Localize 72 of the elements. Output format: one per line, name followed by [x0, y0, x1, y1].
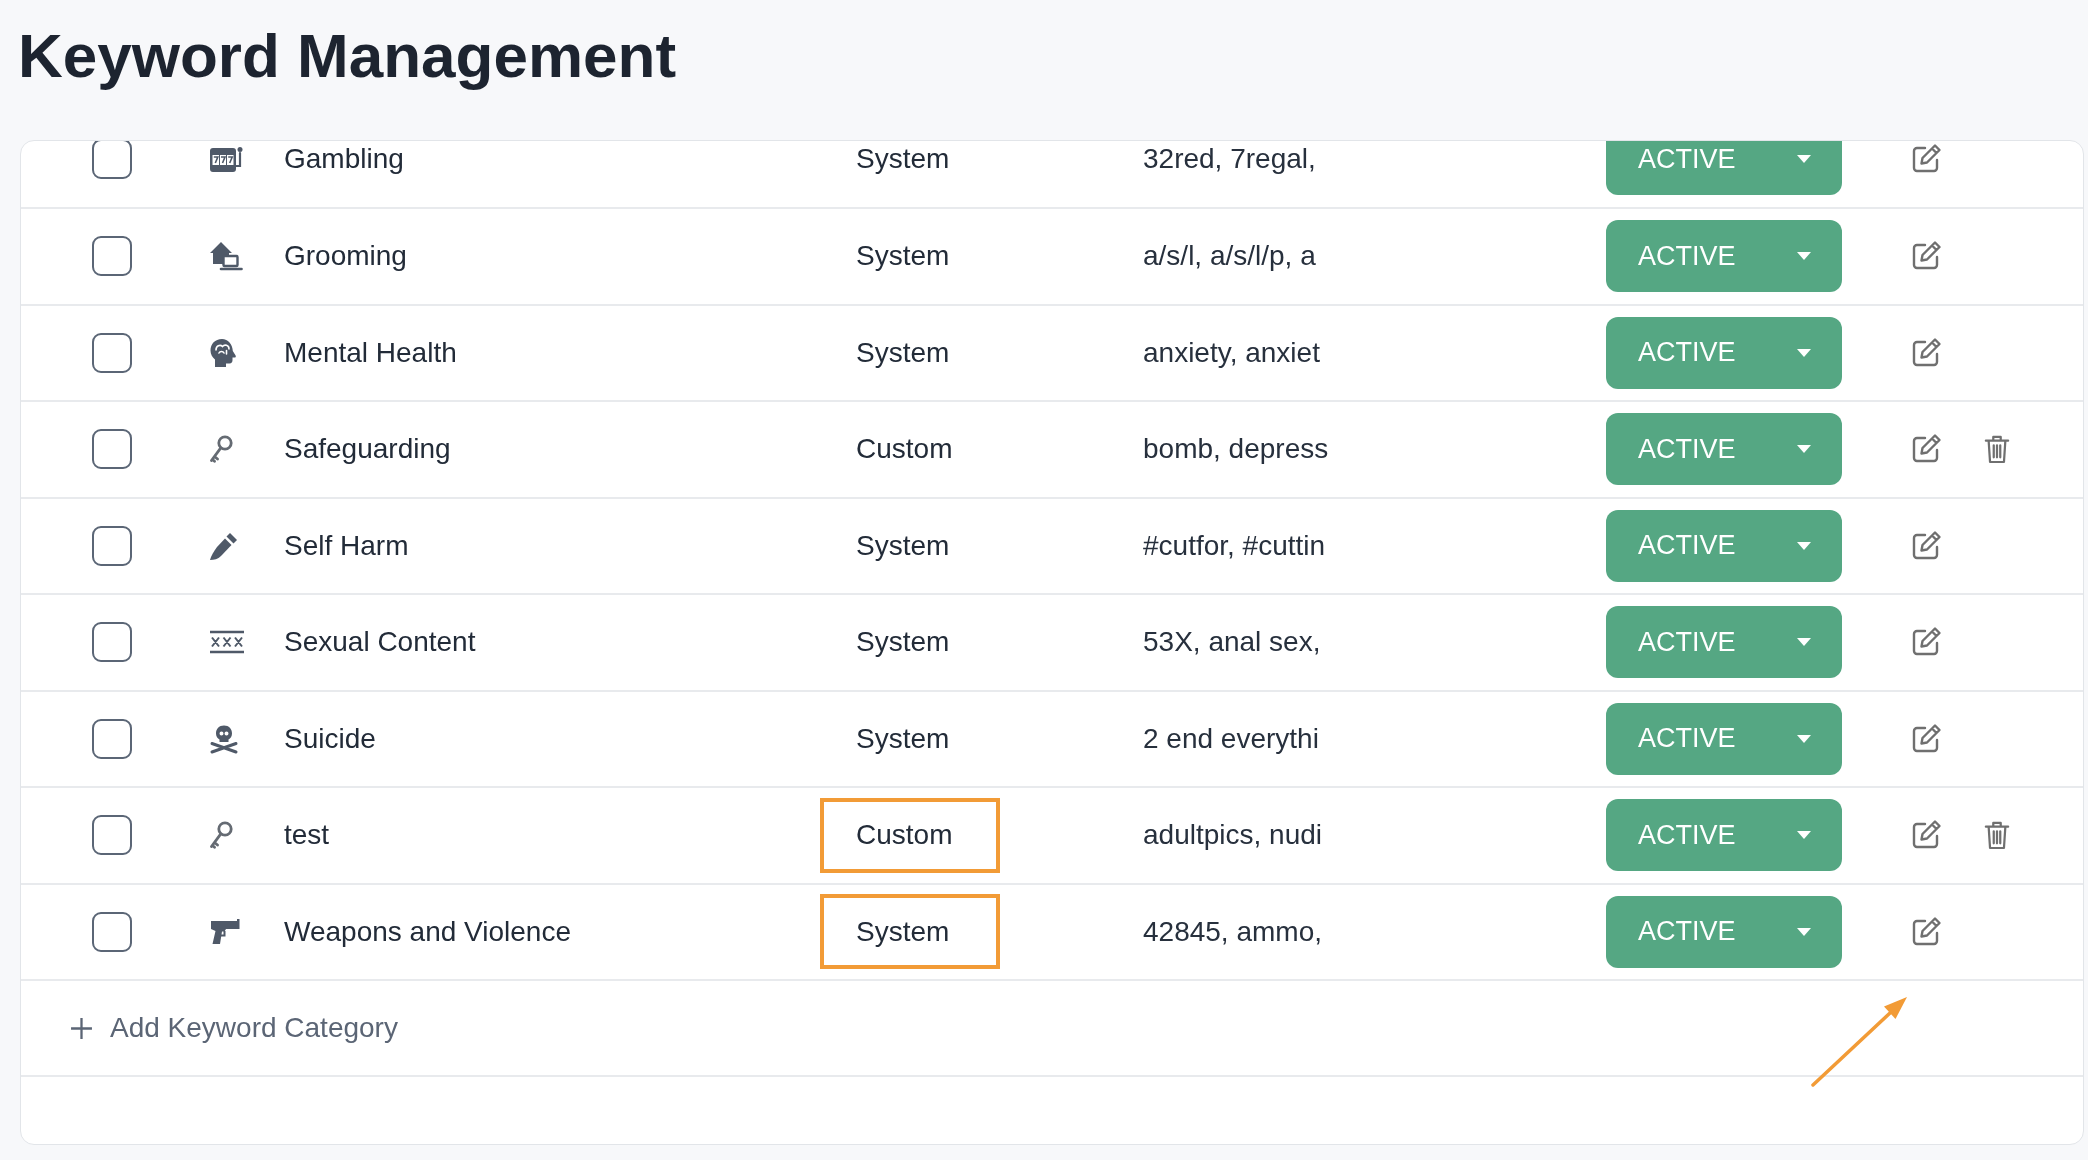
row-checkbox[interactable]	[92, 622, 132, 663]
category-name: Grooming	[284, 240, 407, 273]
plus-icon	[70, 1016, 93, 1040]
row-checkbox[interactable]	[92, 429, 132, 470]
caret-icon	[1797, 348, 1811, 357]
category-type: System	[856, 915, 950, 948]
trash-icon[interactable]	[1984, 434, 2010, 465]
skull-crossbones-icon	[209, 723, 239, 754]
category-type: System	[856, 240, 950, 273]
row-checkbox[interactable]	[92, 815, 132, 856]
keyword-list: adultpics, nudi	[1143, 819, 1322, 852]
category-name: test	[284, 819, 330, 852]
knife-icon	[209, 530, 239, 561]
trash-icon[interactable]	[1984, 820, 2010, 851]
status-dropdown[interactable]: ACTIVE	[1606, 799, 1842, 872]
row-checkbox[interactable]	[92, 141, 132, 180]
house-laptop-icon	[209, 241, 243, 272]
row-checkbox[interactable]	[92, 525, 132, 566]
keyword-list: 32red, 7regal,	[1143, 143, 1316, 176]
edit-icon[interactable]	[1910, 915, 1942, 948]
status-dropdown[interactable]: ACTIVE	[1606, 220, 1842, 293]
caret-icon	[1797, 734, 1811, 743]
head-brain-icon	[209, 337, 237, 368]
category-type: System	[856, 529, 950, 562]
category-type: System	[856, 143, 950, 176]
status-dropdown[interactable]: ACTIVE	[1606, 702, 1842, 775]
category-name: Weapons and Violence	[284, 915, 571, 948]
row-checkbox[interactable]	[92, 718, 132, 759]
status-dropdown[interactable]: ACTIVE	[1606, 413, 1842, 486]
category-type: System	[856, 336, 950, 369]
row-checkbox[interactable]	[92, 332, 132, 373]
status-dropdown[interactable]: ACTIVE	[1606, 141, 1842, 196]
category-name: Self Harm	[284, 529, 409, 562]
status-dropdown[interactable]: ACTIVE	[1606, 316, 1842, 389]
add-category-button[interactable]: Add Keyword Category	[70, 1012, 398, 1044]
caret-icon	[1797, 252, 1811, 261]
keyword-list: anxiety, anxiet	[1143, 336, 1320, 369]
caret-icon	[1797, 927, 1811, 936]
caret-icon	[1797, 155, 1811, 164]
caret-icon	[1797, 638, 1811, 647]
status-dropdown[interactable]: ACTIVE	[1606, 895, 1842, 968]
keyword-list: 2 end everythi	[1143, 722, 1319, 755]
caret-icon	[1797, 445, 1811, 454]
status-dropdown[interactable]: ACTIVE	[1606, 509, 1842, 582]
page-title: Keyword Management	[18, 20, 677, 92]
category-type: Custom	[856, 433, 953, 466]
category-type: System	[856, 722, 950, 755]
category-name: Gambling	[284, 143, 404, 176]
edit-icon[interactable]	[1910, 529, 1942, 562]
category-type: Custom	[856, 819, 953, 852]
keyword-list: #cutfor, #cuttin	[1143, 529, 1326, 562]
edit-icon[interactable]	[1910, 336, 1942, 369]
status-dropdown[interactable]: ACTIVE	[1606, 606, 1842, 679]
key-icon	[209, 821, 233, 850]
category-name: Mental Health	[284, 336, 457, 369]
slot-machine-icon	[209, 145, 243, 174]
edit-icon[interactable]	[1910, 722, 1942, 755]
key-icon	[209, 435, 233, 464]
category-name: Suicide	[284, 722, 376, 755]
row-checkbox[interactable]	[92, 911, 132, 952]
xxx-icon	[209, 630, 245, 655]
keyword-list: bomb, depress	[1143, 433, 1329, 466]
category-name: Sexual Content	[284, 626, 476, 659]
caret-icon	[1797, 831, 1811, 840]
keyword-list: a/s/l, a/s/l/p, a	[1143, 240, 1316, 273]
row-checkbox[interactable]	[92, 236, 132, 277]
category-name: Safeguarding	[284, 433, 451, 466]
keyword-list: 53X, anal sex,	[1143, 626, 1321, 659]
pistol-icon	[209, 917, 241, 946]
caret-icon	[1797, 541, 1811, 550]
keyword-list: 42845, ammo,	[1143, 915, 1322, 948]
category-type: System	[856, 626, 950, 659]
